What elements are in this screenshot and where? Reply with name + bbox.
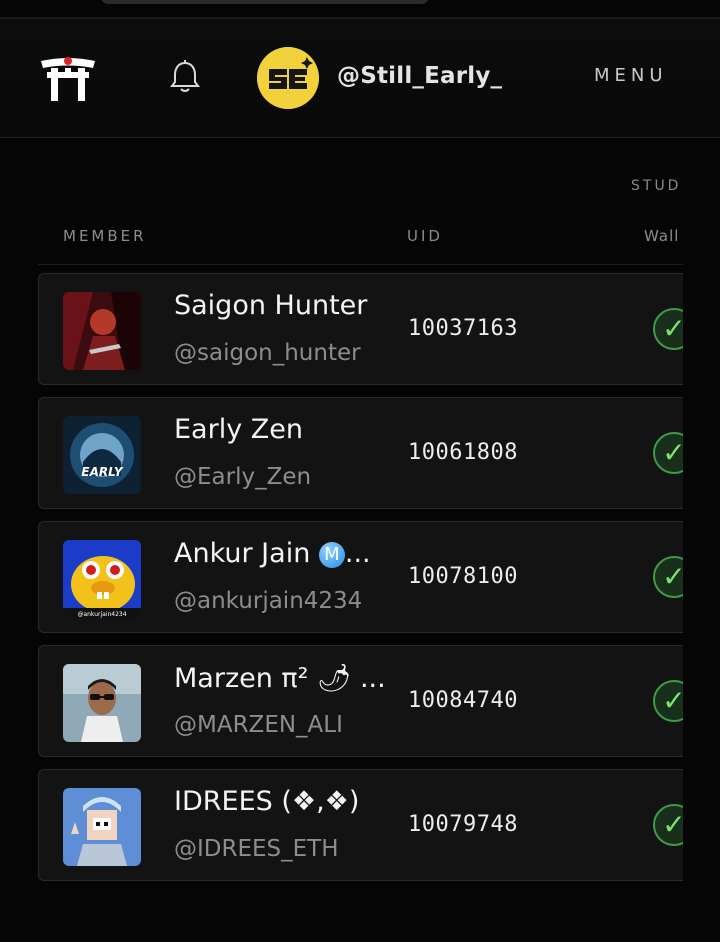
top-handle-pill [100, 0, 430, 4]
avatar-text: @ankurjain4234 [77, 611, 126, 618]
verified-check-icon: ✓ [653, 804, 683, 846]
member-list: Saigon Hunter @saigon_hunter 10037163 ✓ … [38, 273, 683, 893]
name-ellipsis: ... [344, 538, 371, 569]
user-avatar[interactable] [257, 47, 319, 109]
member-handle: @saigon_hunter [174, 340, 361, 366]
member-avatar [63, 788, 141, 866]
member-handle: @ankurjain4234 [174, 588, 363, 614]
member-avatar: @ankurjain4234 [63, 540, 141, 618]
table-row[interactable]: @ankurjain4234 Ankur Jain M... @ankurjai… [38, 521, 683, 633]
member-uid: 10079748 [408, 812, 518, 837]
header-divider [38, 264, 683, 265]
uid-column-header: UID [407, 227, 443, 245]
torii-gate-icon[interactable] [38, 55, 98, 101]
member-handle: @MARZEN_ALI [174, 712, 343, 738]
bell-icon[interactable] [168, 59, 202, 95]
table-row[interactable]: Saigon Hunter @saigon_hunter 10037163 ✓ [38, 273, 683, 385]
menu-button[interactable]: MENU [594, 65, 668, 86]
member-uid: 10061808 [408, 440, 518, 465]
user-handle[interactable]: @Still_Early_ [337, 63, 502, 89]
member-avatar [63, 292, 141, 370]
table-row[interactable]: Marzen π² 🌶 ... @MARZEN_ALI 10084740 ✓ [38, 645, 683, 757]
wallet-column-header: Wall [644, 227, 680, 245]
member-name: Marzen π² 🌶 ... [174, 663, 386, 694]
verified-check-icon: ✓ [653, 680, 683, 722]
member-handle: @Early_Zen [174, 464, 312, 490]
member-avatar [63, 664, 141, 742]
table-row[interactable]: EARLY Early Zen @Early_Zen 10061808 ✓ [38, 397, 683, 509]
member-name: Early Zen [174, 414, 303, 445]
verified-check-icon: ✓ [653, 432, 683, 474]
member-uid: 10037163 [408, 316, 518, 341]
member-name-text: Ankur Jain [174, 538, 319, 569]
table-row[interactable]: IDREES (❖,❖) @IDREES_ETH 10079748 ✓ [38, 769, 683, 881]
verified-check-icon: ✓ [653, 556, 683, 598]
page: @Still_Early_ MENU STUD MEMBER UID Wall … [0, 0, 720, 942]
avatar-text: EARLY [81, 465, 124, 479]
member-column-header: MEMBER [63, 227, 147, 245]
member-avatar: EARLY [63, 416, 141, 494]
still-early-logo-icon [257, 47, 319, 109]
m-badge-icon: M [318, 542, 345, 568]
status-column-group-label: STUD [631, 178, 682, 194]
header: @Still_Early_ MENU [0, 19, 720, 138]
member-uid: 10078100 [408, 564, 518, 589]
member-uid: 10084740 [408, 688, 518, 713]
member-name: IDREES (❖,❖) [174, 786, 360, 817]
member-name: Ankur Jain M... [174, 538, 399, 569]
member-name: Saigon Hunter [174, 290, 368, 321]
verified-check-icon: ✓ [653, 308, 683, 350]
member-handle: @IDREES_ETH [174, 836, 339, 862]
